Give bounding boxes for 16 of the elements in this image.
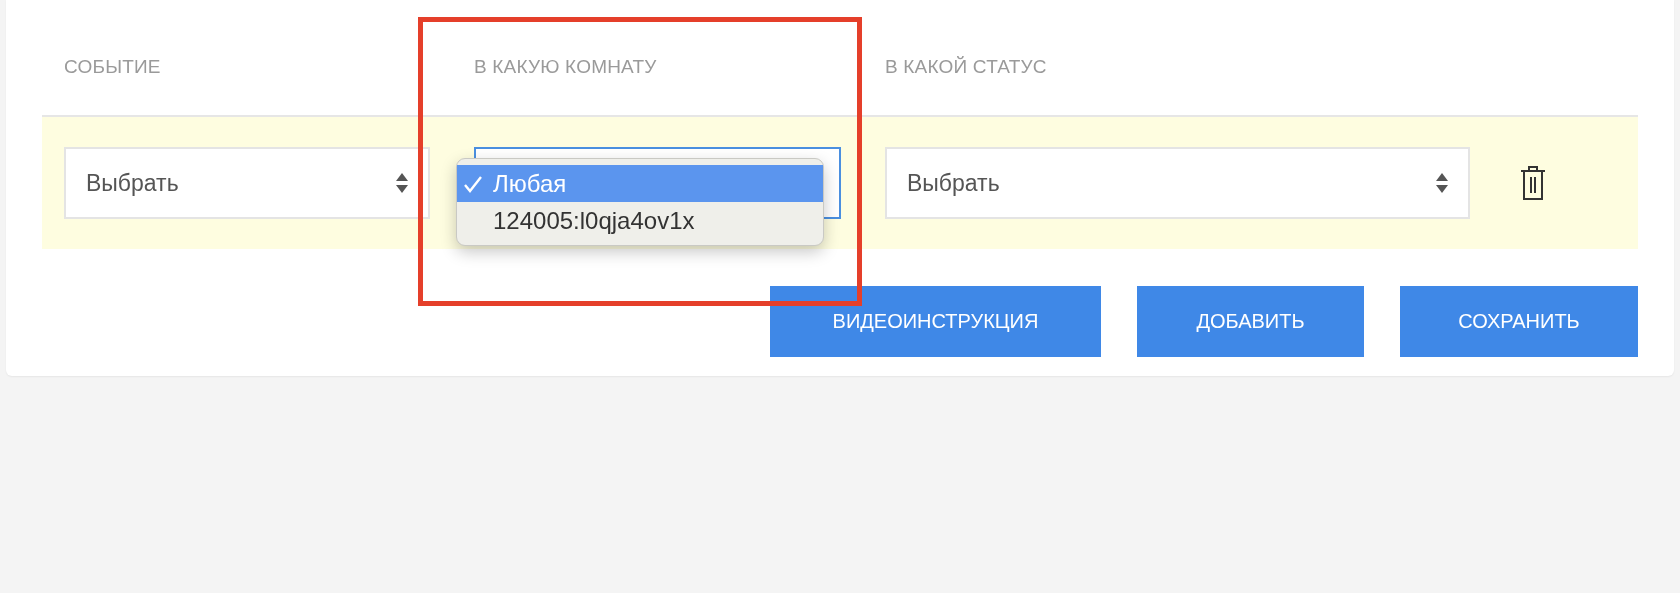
check-icon (463, 174, 483, 193)
action-button[interactable]: ВИДЕОИНСТРУКЦИЯ (770, 286, 1101, 357)
select-field[interactable]: Выбрать (885, 147, 1470, 219)
column-header: СОБЫТИЕ (64, 55, 162, 78)
sort-arrows-icon (396, 173, 408, 193)
dropdown-option[interactable]: Любая (457, 165, 823, 202)
select-value: Выбрать (86, 169, 179, 197)
action-button[interactable]: ДОБАВИТЬ (1137, 286, 1364, 357)
sort-arrows-icon (1436, 173, 1448, 193)
column-header: В КАКОЙ СТАТУС (885, 55, 1048, 78)
action-button[interactable]: СОХРАНИТЬ (1400, 286, 1638, 357)
trash-icon[interactable] (1520, 166, 1546, 200)
select-value: Выбрать (907, 169, 1000, 197)
dropdown-option[interactable]: 124005:l0qja4ov1x (457, 202, 823, 239)
select-field[interactable]: Выбрать (64, 147, 430, 219)
column-header: В КАКУЮ КОМНАТУ (474, 55, 658, 78)
